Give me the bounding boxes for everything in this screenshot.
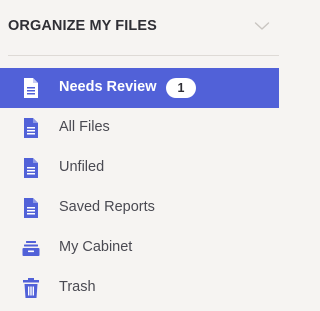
organize-files-panel: ORGANIZE MY FILES Needs Review 1 All Fil… (0, 0, 279, 311)
chevron-down-icon[interactable] (254, 20, 270, 32)
nav-item-trash[interactable]: Trash (0, 268, 279, 308)
cabinet-icon (22, 241, 40, 256)
trash-icon (23, 278, 39, 298)
nav-item-saved-reports[interactable]: Saved Reports (0, 188, 279, 228)
document-icon (24, 158, 38, 178)
nav-item-label: My Cabinet (59, 239, 133, 255)
document-icon (24, 118, 38, 138)
nav-item-label: All Files (59, 119, 110, 135)
nav-item-label: Needs Review (59, 79, 157, 95)
panel-title: ORGANIZE MY FILES (8, 18, 157, 34)
count-badge: 1 (166, 78, 196, 98)
panel-header[interactable]: ORGANIZE MY FILES (0, 0, 279, 56)
nav-item-label: Saved Reports (59, 199, 155, 215)
nav-item-label: Trash (59, 279, 96, 295)
folder-nav: Needs Review 1 All Files Unfiled Saved R… (0, 68, 279, 308)
nav-item-all-files[interactable]: All Files (0, 108, 279, 148)
document-icon (24, 78, 38, 98)
nav-item-label: Unfiled (59, 159, 105, 175)
header-divider (8, 55, 279, 56)
document-icon (24, 198, 38, 218)
nav-item-my-cabinet[interactable]: My Cabinet (0, 228, 279, 268)
nav-item-needs-review[interactable]: Needs Review 1 (0, 68, 279, 108)
nav-item-unfiled[interactable]: Unfiled (0, 148, 279, 188)
